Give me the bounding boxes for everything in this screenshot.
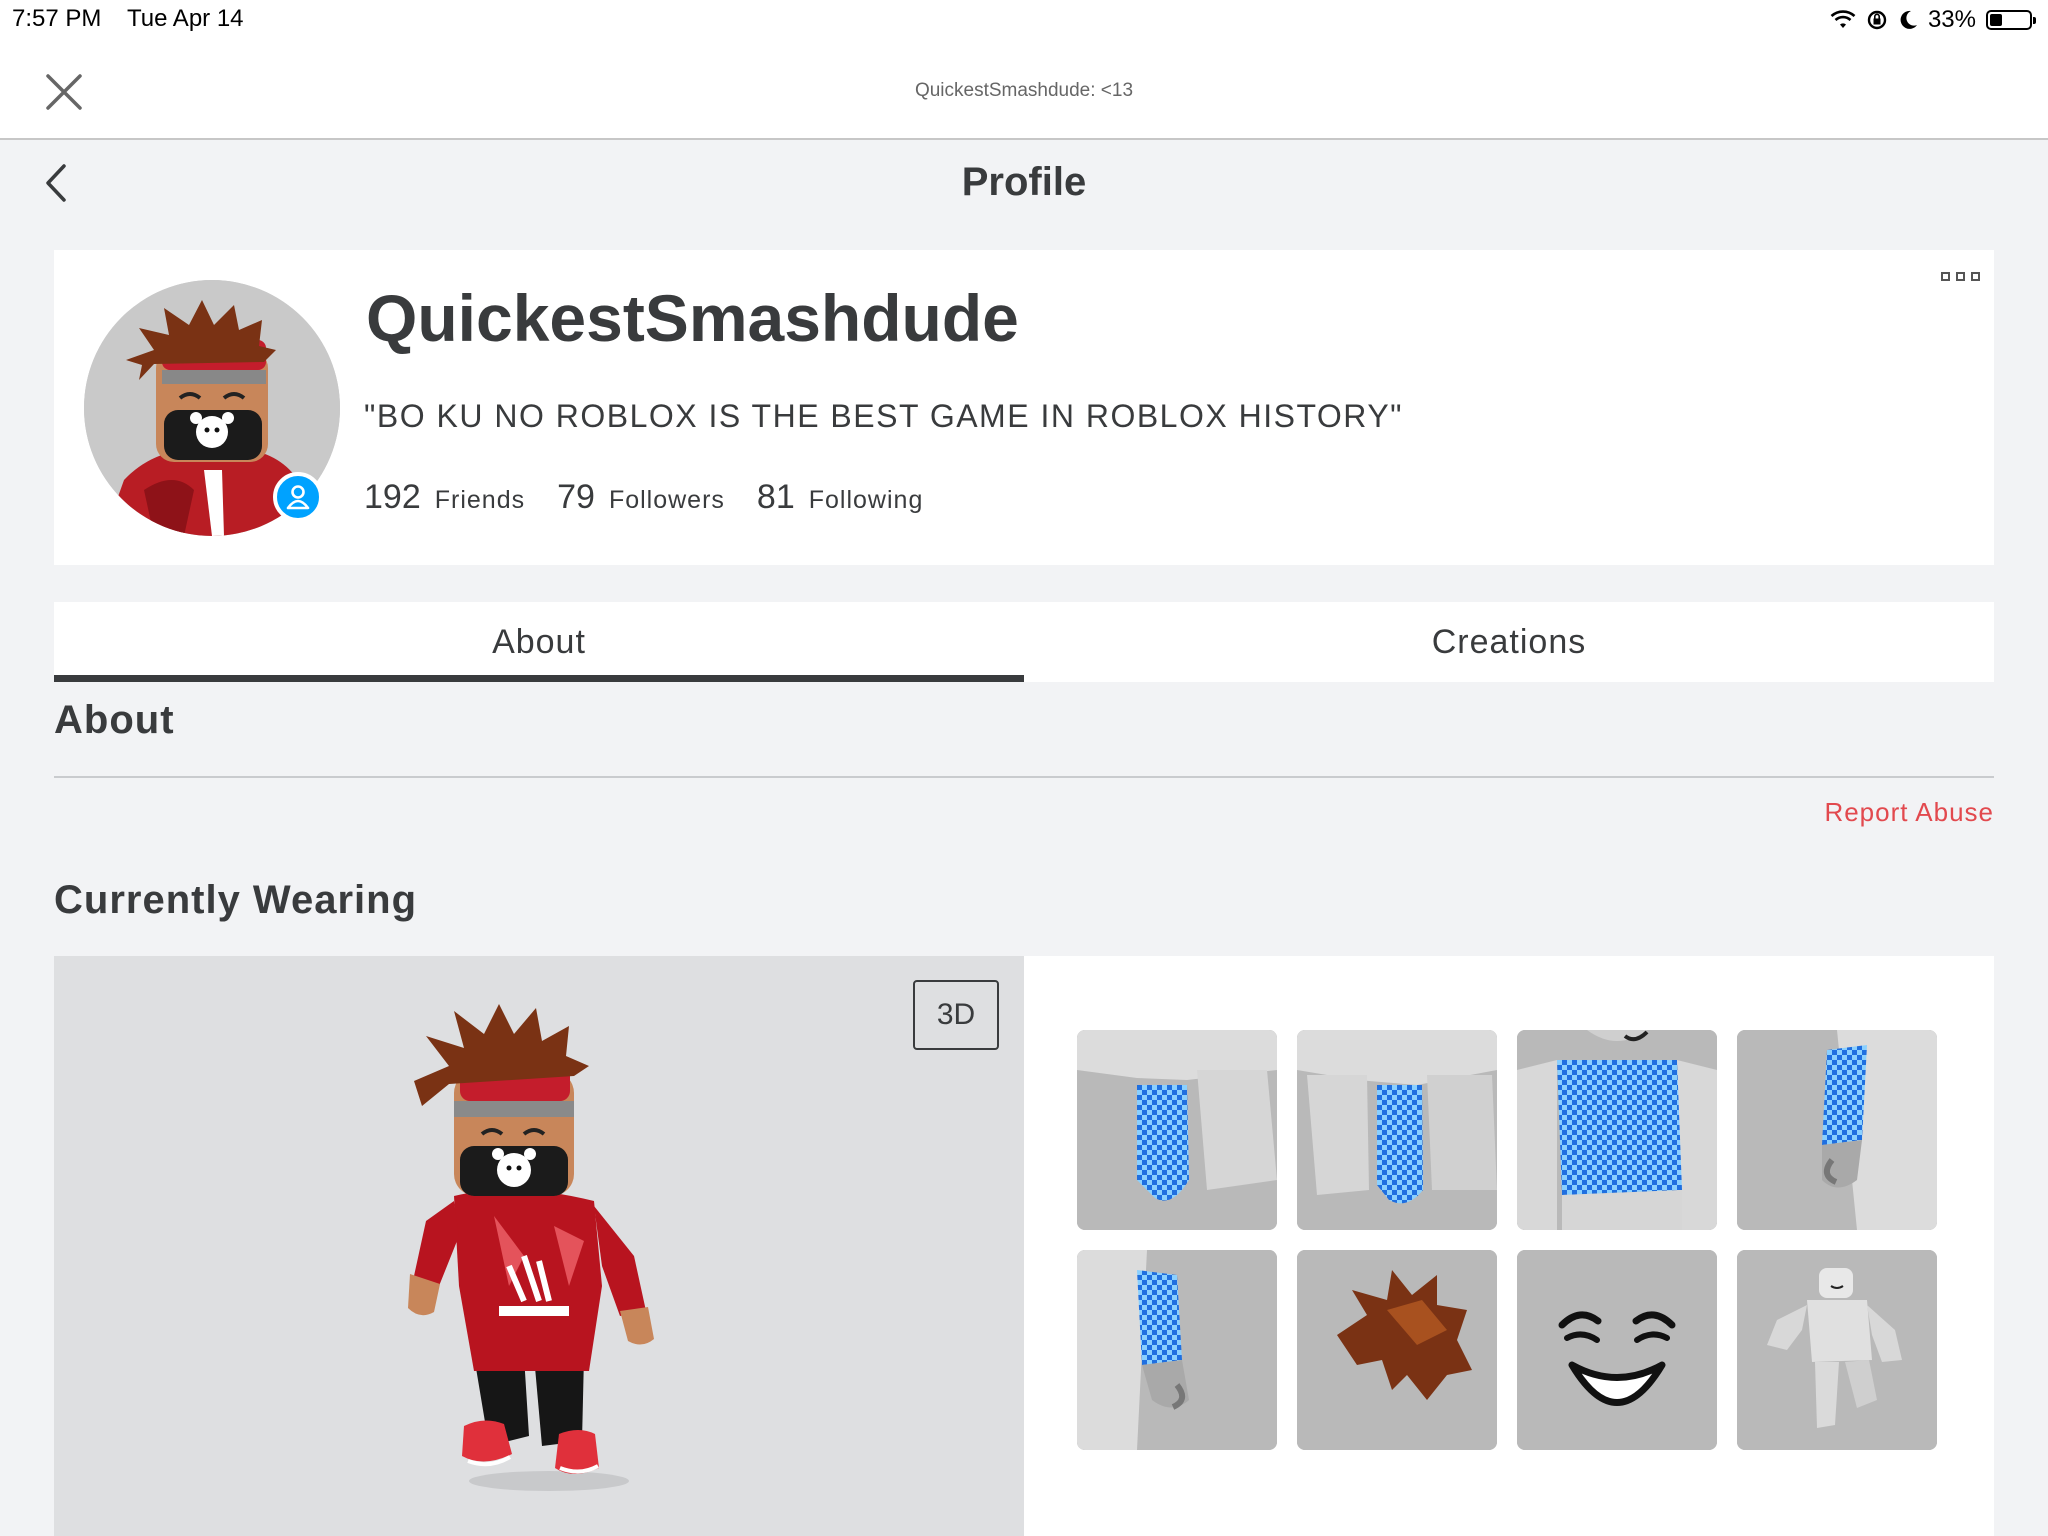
moon-icon <box>1900 10 1917 29</box>
username: QuickestSmashdude <box>366 281 1019 355</box>
battery-icon <box>1986 10 2036 30</box>
online-presence-icon <box>273 472 323 522</box>
friends-stat[interactable]: 192 Friends <box>364 478 525 517</box>
tab-creations[interactable]: Creations <box>1024 602 1994 682</box>
more-options-button[interactable] <box>1941 272 1980 281</box>
following-stat[interactable]: 81 Following <box>757 478 923 517</box>
body-package-icon <box>1737 1250 1937 1450</box>
page-title: Profile <box>961 160 1087 204</box>
battery-percent: 33% <box>1927 6 1976 33</box>
toggle-3d-button[interactable]: 3D <box>913 980 999 1050</box>
wearing-item-right-leg-pants[interactable] <box>1297 1030 1497 1230</box>
profile-status: "BO KU NO ROBLOX IS THE BEST GAME IN ROB… <box>364 398 1404 434</box>
wearing-item-hair[interactable] <box>1297 1250 1497 1450</box>
right-arm-shirt-icon <box>1737 1030 1937 1230</box>
friends-count: 192 <box>364 478 421 516</box>
profile-header-card: QuickestSmashdude "BO KU NO ROBLOX IS TH… <box>54 250 1994 565</box>
smile-face-icon <box>1517 1250 1717 1450</box>
modal-title: QuickestSmashdude: <13 <box>914 80 1134 101</box>
wearing-item-torso-shirt[interactable] <box>1517 1030 1717 1230</box>
tab-about[interactable]: About <box>54 602 1024 682</box>
followers-label: Followers <box>608 486 725 514</box>
report-abuse-link[interactable]: Report Abuse <box>1824 797 1994 828</box>
orientation-lock-icon <box>1867 10 1887 30</box>
wearing-item-body-package[interactable] <box>1737 1250 1937 1450</box>
avatar-viewer[interactable]: 3D <box>54 956 1024 1536</box>
following-count: 81 <box>756 478 795 516</box>
wifi-icon <box>1830 10 1856 28</box>
left-arm-shirt-icon <box>1077 1250 1277 1450</box>
following-label: Following <box>808 486 924 514</box>
wearing-item-left-arm-shirt[interactable] <box>1077 1250 1277 1450</box>
wearing-item-left-leg-pants[interactable] <box>1077 1030 1277 1230</box>
followers-stat[interactable]: 79 Followers <box>557 478 725 517</box>
social-stats: 192 Friends 79 Followers 81 Following <box>364 478 955 517</box>
brown-hair-icon <box>1297 1250 1497 1450</box>
more-dot-icon <box>1956 272 1965 281</box>
followers-count: 79 <box>557 478 595 516</box>
more-dot-icon <box>1941 272 1950 281</box>
status-date: Tue Apr 14 <box>127 5 244 32</box>
wearing-items-grid <box>1024 956 1994 1536</box>
torso-shirt-icon <box>1517 1030 1717 1230</box>
left-leg-pants-icon <box>1077 1030 1277 1230</box>
status-time: 7:57 PM <box>12 5 102 32</box>
about-heading: About <box>54 698 175 742</box>
avatar-full-body-image <box>408 1004 654 1491</box>
modal-header: QuickestSmashdude: <13 <box>0 40 2048 140</box>
status-bar: 7:57 PM Tue Apr 14 33% <box>0 0 2048 40</box>
wearing-item-face[interactable] <box>1517 1250 1717 1450</box>
currently-wearing-heading: Currently Wearing <box>54 878 417 922</box>
profile-tabs: About Creations <box>54 602 1994 682</box>
more-dot-icon <box>1971 272 1980 281</box>
section-divider <box>54 776 1994 778</box>
right-leg-pants-icon <box>1297 1030 1497 1230</box>
status-icons: 33% <box>1830 6 2036 34</box>
wearing-item-right-arm-shirt[interactable] <box>1737 1030 1937 1230</box>
friends-label: Friends <box>434 486 526 514</box>
